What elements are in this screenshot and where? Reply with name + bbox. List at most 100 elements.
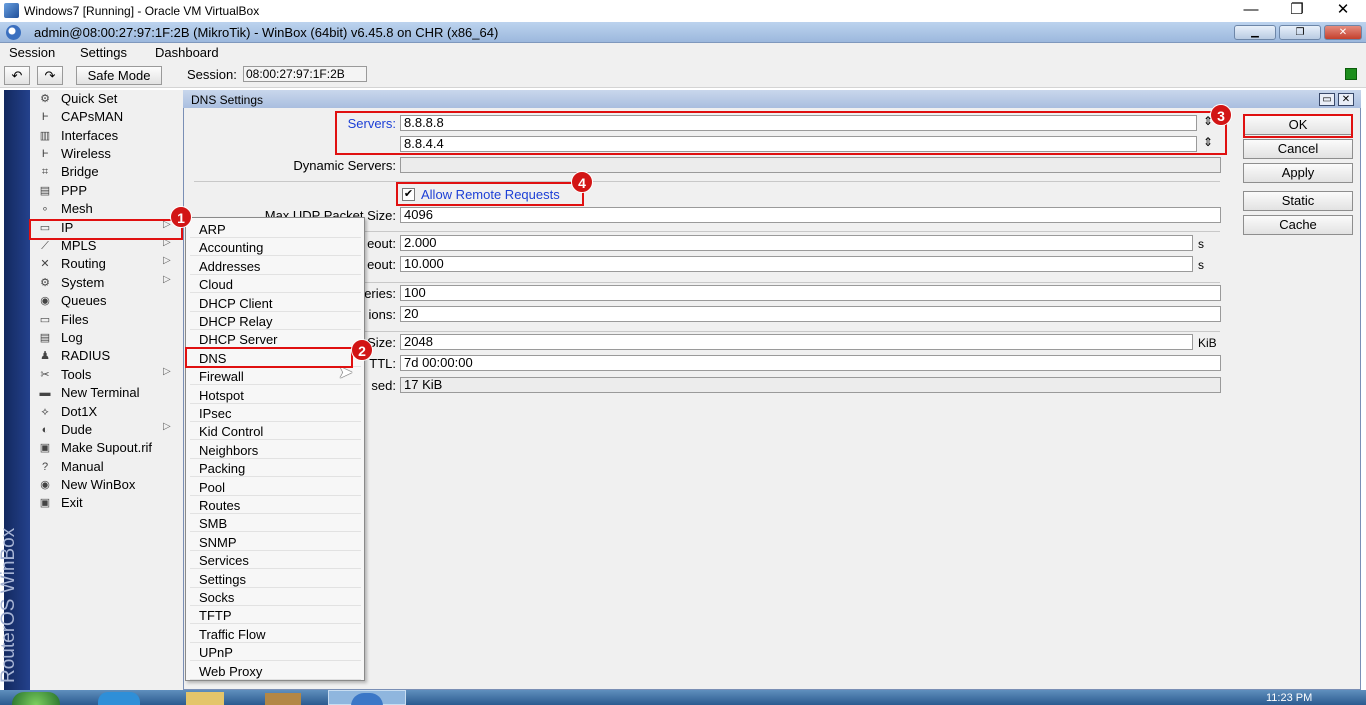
restore-button[interactable]: ❐ <box>1274 0 1320 22</box>
left-menu-item-routing[interactable]: ✕ Routing ▷ <box>30 255 184 273</box>
ip-submenu-item-routes[interactable]: Routes <box>190 496 361 514</box>
left-menu-item-dot1x[interactable]: ⟡ Dot1X <box>30 403 184 421</box>
left-menu-label: RADIUS <box>61 348 111 363</box>
ip-submenu-item-dhcp-relay[interactable]: DHCP Relay <box>190 312 361 330</box>
left-menu-item-capsman[interactable]: Ⱶ CAPsMAN <box>30 108 184 126</box>
ip-submenu-item-ipsec[interactable]: IPsec <box>190 404 361 422</box>
ip-submenu-item-pool[interactable]: Pool <box>190 478 361 496</box>
ip-submenu-item-dhcp-server[interactable]: DHCP Server <box>190 330 361 349</box>
left-menu-item-files[interactable]: ▭ Files <box>30 311 184 329</box>
left-menu-item-ppp[interactable]: ▤ PPP <box>30 182 184 200</box>
left-menu-label: Exit <box>61 495 83 510</box>
max-queries-field[interactable]: 100 <box>400 285 1221 301</box>
ip-submenu-item-hotspot[interactable]: Hotspot <box>190 386 361 404</box>
ip-submenu-item-tftp[interactable]: TFTP <box>190 606 361 625</box>
query-server-timeout-field[interactable]: 2.000 <box>400 235 1193 251</box>
left-menu-item-tools[interactable]: ✂ Tools ▷ <box>30 366 184 384</box>
ie-taskbar-icon[interactable] <box>98 692 140 705</box>
ip-submenu-item-dhcp-client[interactable]: DHCP Client <box>190 294 361 312</box>
winbox-minimize-button[interactable]: ▁ <box>1234 25 1276 40</box>
left-menu-item-dude[interactable]: ◐ Dude ▷ <box>30 421 184 439</box>
winbox-restore-button[interactable]: ❐ <box>1279 25 1321 40</box>
left-menu-item-wireless[interactable]: Ⱶ Wireless <box>30 145 184 163</box>
ip-submenu-item-upnp[interactable]: UPnP <box>190 643 361 662</box>
cache-ttl-field[interactable]: 7d 00:00:00 <box>400 355 1221 371</box>
ip-submenu-item-settings[interactable]: Settings <box>190 570 361 588</box>
toolbar: ↶ ↷ Safe Mode Session: <box>0 62 1366 88</box>
undo-button[interactable]: ↶ <box>4 66 30 85</box>
ip-submenu-label: Neighbors <box>199 442 259 458</box>
ip-submenu-item-neighbors[interactable]: Neighbors <box>190 441 361 459</box>
dot1x-icon: ⟡ <box>41 406 49 418</box>
interfaces-icon: ▥ <box>39 130 51 142</box>
session-field[interactable]: 08:00:27:97:1F:2B <box>243 66 367 82</box>
ip-submenu-item-traffic-flow[interactable]: Traffic Flow <box>190 625 361 643</box>
left-menu-label: Log <box>61 330 83 345</box>
left-menu-item-log[interactable]: ▤ Log <box>30 329 184 347</box>
left-menu-item-system[interactable]: ⚙ System ▷ <box>30 274 184 292</box>
left-menu-item-radius[interactable]: ♟ RADIUS <box>30 347 184 365</box>
max-connections-field[interactable]: 20 <box>400 306 1221 322</box>
apply-button[interactable]: Apply <box>1243 163 1353 183</box>
redo-button[interactable]: ↷ <box>37 66 63 85</box>
explorer-taskbar-icon[interactable] <box>186 692 224 705</box>
ip-submenu-label: DHCP Relay <box>199 314 273 329</box>
left-menu-item-mesh[interactable]: ∘ Mesh <box>30 200 184 218</box>
files-icon: ▭ <box>39 314 51 326</box>
close-button[interactable]: ✕ <box>1320 0 1366 22</box>
ip-submenu-item-accounting[interactable]: Accounting <box>190 238 361 257</box>
submenu-arrow-icon: ▷ <box>163 274 171 285</box>
winbox-taskbar-icon[interactable] <box>328 690 406 705</box>
start-button[interactable] <box>12 692 60 705</box>
menu-session[interactable]: Session <box>9 45 55 60</box>
ip-submenu-item-snmp[interactable]: SNMP <box>190 533 361 551</box>
highlight-servers <box>335 111 1227 155</box>
ip-submenu-item-addresses[interactable]: Addresses <box>190 257 361 275</box>
cache-button[interactable]: Cache <box>1243 215 1353 235</box>
ip-submenu-item-packing[interactable]: Packing <box>190 459 361 478</box>
left-menu-item-new-winbox[interactable]: ◉ New WinBox <box>30 476 184 494</box>
left-menu-item-interfaces[interactable]: ▥ Interfaces <box>30 127 184 145</box>
left-menu-item-make-supout-rif[interactable]: ▣ Make Supout.rif <box>30 439 184 457</box>
window-close-icon[interactable]: ✕ <box>1338 93 1354 106</box>
ip-submenu-item-socks[interactable]: Socks <box>190 588 361 606</box>
max-udp-field[interactable]: 4096 <box>400 207 1221 223</box>
ip-submenu-item-cloud[interactable]: Cloud <box>190 275 361 294</box>
ip-submenu-item-kid-control[interactable]: Kid Control <box>190 422 361 441</box>
winbox-close-button[interactable]: ✕ <box>1324 25 1362 40</box>
vbox-title-bar: Windows7 [Running] - Oracle VM VirtualBo… <box>0 0 1366 22</box>
left-menu-item-quick-set[interactable]: ⚙ Quick Set <box>30 90 184 108</box>
left-menu-label: Queues <box>61 293 107 308</box>
ip-submenu-item-arp[interactable]: ARP <box>190 220 361 238</box>
left-menu-label: CAPsMAN <box>61 109 124 124</box>
menu-dashboard[interactable]: Dashboard <box>155 45 219 60</box>
menubar: Session Settings Dashboard <box>0 43 1366 62</box>
cache-used-field: 17 KiB <box>400 377 1221 393</box>
left-menu-item-manual[interactable]: ? Manual <box>30 458 184 476</box>
left-menu-item-new-terminal[interactable]: ▬ New Terminal <box>30 384 184 402</box>
ip-submenu-item-firewall[interactable]: Firewall <box>190 367 361 386</box>
left-menu-item-queues[interactable]: ◉ Queues <box>30 292 184 310</box>
safe-mode-button[interactable]: Safe Mode <box>76 66 162 85</box>
ip-submenu-item-web-proxy[interactable]: Web Proxy <box>190 662 361 680</box>
session-label: Session: <box>187 67 237 82</box>
bridge-icon: ⌗ <box>41 166 49 178</box>
cancel-button[interactable]: Cancel <box>1243 139 1353 159</box>
ip-submenu-label: Kid Control <box>199 424 264 440</box>
ip-submenu-label: Packing <box>199 461 246 477</box>
ip-submenu-label: Traffic Flow <box>199 626 266 642</box>
highlight-ok <box>1243 114 1353 138</box>
minimize-button[interactable]: — <box>1228 0 1274 22</box>
left-menu-item-bridge[interactable]: ⌗ Bridge <box>30 163 184 181</box>
cache-size-field[interactable]: 2048 <box>400 334 1193 350</box>
ip-submenu-label: DHCP Server <box>199 332 278 348</box>
query-total-timeout-field[interactable]: 10.000 <box>400 256 1193 272</box>
app-taskbar-icon[interactable] <box>265 693 301 705</box>
menu-settings[interactable]: Settings <box>80 45 127 60</box>
highlight-ip <box>29 219 183 240</box>
left-menu-item-exit[interactable]: ▣ Exit <box>30 494 184 512</box>
ip-submenu-item-services[interactable]: Services <box>190 551 361 570</box>
static-button[interactable]: Static <box>1243 191 1353 211</box>
window-restore-icon[interactable]: ▭ <box>1319 93 1335 106</box>
ip-submenu-item-smb[interactable]: SMB <box>190 514 361 533</box>
